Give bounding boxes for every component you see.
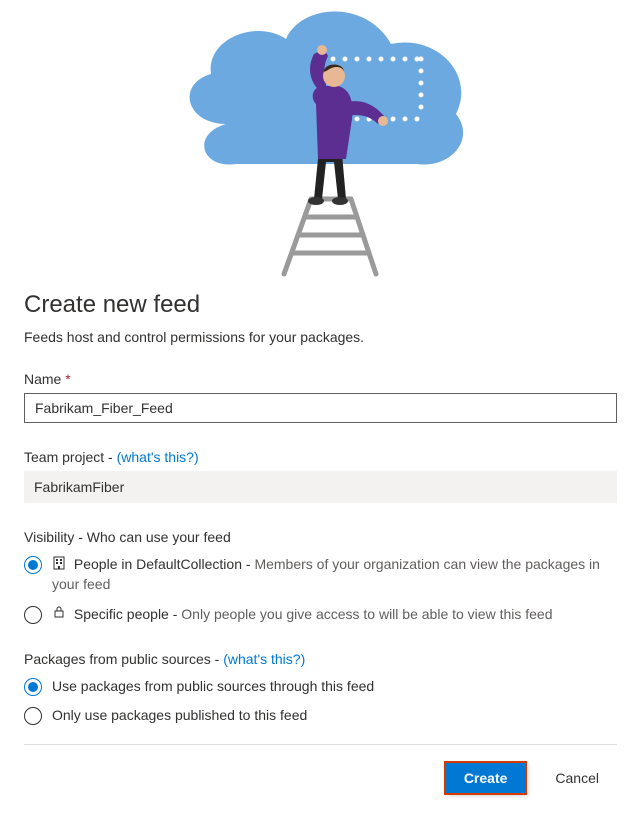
visibility-radio-specific[interactable]	[24, 606, 42, 624]
visibility-option-specific[interactable]: Specific people - Only people you give a…	[52, 605, 617, 625]
packages-option-published[interactable]: Only use packages published to this feed	[52, 706, 617, 726]
team-project-label: Team project - (what's this?)	[24, 449, 617, 465]
packages-radio-public[interactable]	[24, 678, 42, 696]
packages-option-public[interactable]: Use packages from public sources through…	[52, 677, 617, 697]
organization-icon	[52, 556, 66, 576]
create-button[interactable]: Create	[446, 763, 526, 793]
name-input[interactable]	[24, 393, 617, 423]
name-label: Name *	[24, 371, 617, 387]
cancel-button[interactable]: Cancel	[537, 763, 617, 793]
packages-radio-published[interactable]	[24, 707, 42, 725]
page-subtitle: Feeds host and control permissions for y…	[24, 329, 617, 345]
team-project-help-link[interactable]: (what's this?)	[117, 449, 199, 465]
packages-section-label: Packages from public sources - (what's t…	[24, 651, 617, 667]
packages-help-link[interactable]: (what's this?)	[223, 651, 305, 667]
required-asterisk: *	[65, 371, 70, 387]
cloud-illustration	[0, 0, 641, 291]
visibility-label: Visibility - Who can use your feed	[24, 529, 617, 545]
team-project-value: FabrikamFiber	[24, 471, 617, 503]
page-title: Create new feed	[24, 291, 617, 319]
lock-icon	[52, 605, 66, 625]
visibility-radio-collection[interactable]	[24, 556, 42, 574]
footer-divider	[24, 744, 617, 745]
visibility-option-collection[interactable]: People in DefaultCollection - Members of…	[52, 555, 617, 595]
